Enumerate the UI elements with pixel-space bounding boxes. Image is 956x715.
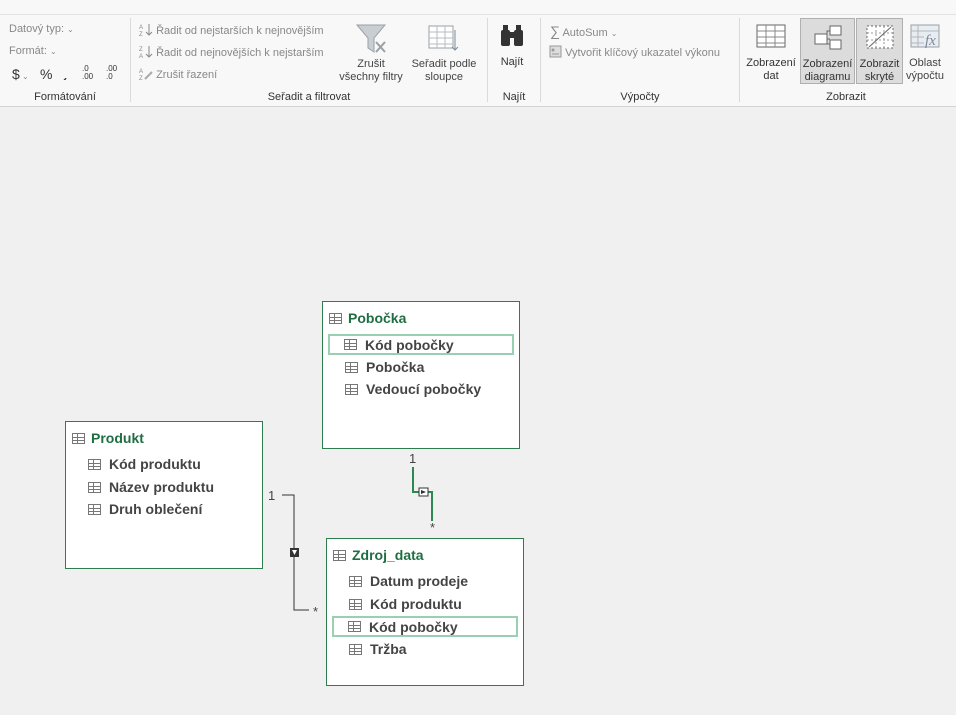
table-zdroj-data[interactable]: Zdroj_data Datum prodeje Kód produktu Kó… [326, 538, 524, 686]
field-kod-produktu[interactable]: Kód produktu [88, 456, 201, 472]
column-icon [345, 383, 358, 395]
field-kod-pobocky[interactable]: Kód pobočky [328, 334, 514, 355]
field-kod-pobocky[interactable]: Kód pobočky [332, 616, 518, 637]
table-title[interactable]: Produkt [72, 430, 144, 446]
column-icon [349, 575, 362, 587]
field-trzba[interactable]: Tržba [349, 641, 407, 657]
relation-one-label: 1 [409, 451, 417, 466]
field-nazev-produktu[interactable]: Název produktu [88, 479, 214, 495]
column-icon [345, 361, 358, 373]
field-vedouci-pobocky[interactable]: Vedoucí pobočky [345, 381, 481, 397]
column-icon [88, 481, 101, 493]
table-produkt[interactable]: Produkt Kód produktu Název produktu Druh… [65, 421, 263, 569]
table-title[interactable]: Pobočka [329, 310, 406, 326]
column-icon [349, 643, 362, 655]
field-kod-produktu[interactable]: Kód produktu [349, 596, 462, 612]
field-datum-prodeje[interactable]: Datum prodeje [349, 573, 468, 589]
field-druh-obleceni[interactable]: Druh oblečení [88, 501, 202, 517]
column-icon [88, 458, 101, 470]
relation-many-label: * [313, 604, 319, 619]
table-pobocka[interactable]: Pobočka Kód pobočky Pobočka Vedoucí pobo… [322, 301, 520, 449]
relation-many-label: * [430, 520, 436, 535]
column-icon [349, 598, 362, 610]
table-icon [72, 432, 85, 444]
table-icon [329, 312, 342, 324]
column-icon [344, 339, 357, 350]
table-icon [333, 549, 346, 561]
field-pobocka[interactable]: Pobočka [345, 359, 424, 375]
table-title[interactable]: Zdroj_data [333, 547, 424, 563]
column-icon [348, 621, 361, 632]
relation-one-label: 1 [268, 488, 276, 503]
column-icon [88, 503, 101, 515]
